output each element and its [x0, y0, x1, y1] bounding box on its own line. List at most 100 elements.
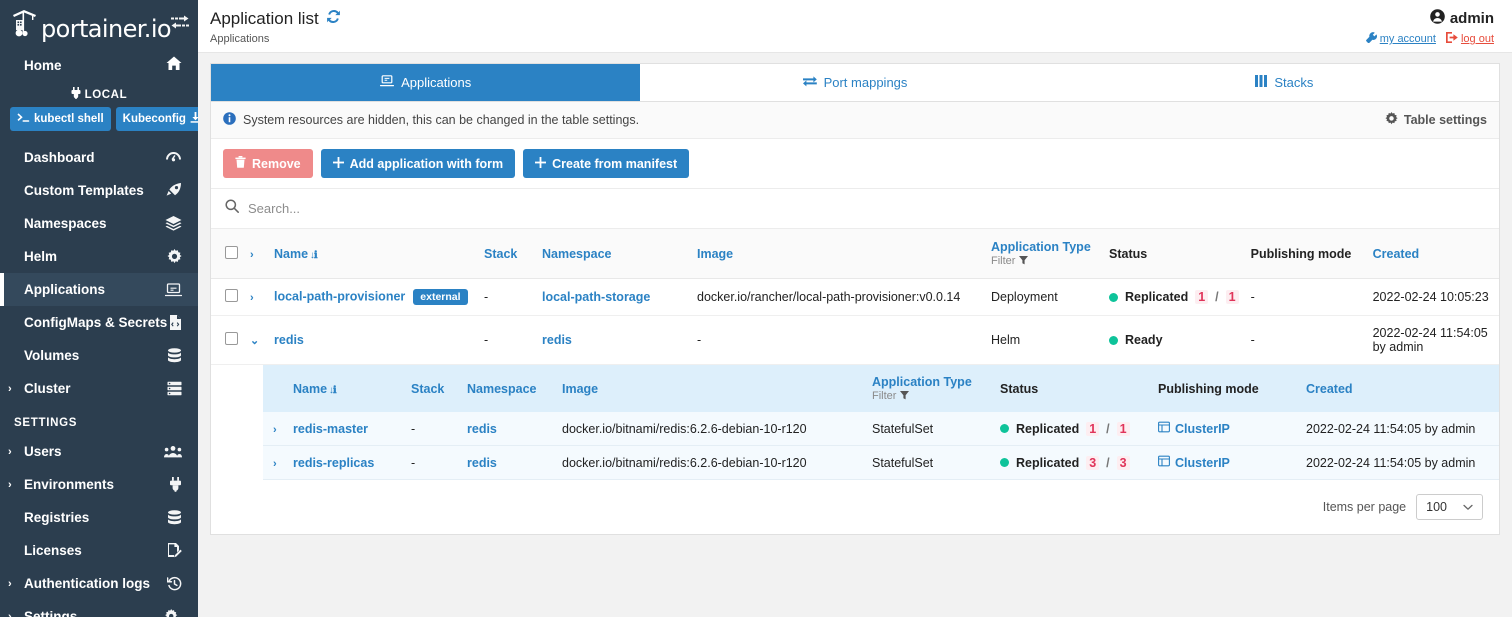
sub-column-image[interactable]: Image [556, 365, 866, 412]
gear-icon [167, 249, 182, 264]
row-checkbox[interactable] [225, 289, 238, 302]
home-icon [166, 56, 182, 74]
log-out-label: log out [1460, 33, 1494, 45]
status-current: 1 [1195, 290, 1209, 304]
row-status-cell: Replicated 1 / 1 [1103, 278, 1245, 316]
publishing-mode-group[interactable]: ClusterIP [1158, 455, 1294, 470]
sub-column-created[interactable]: Created [1300, 365, 1499, 412]
sidebar-item-authentication-logs[interactable]: › Authentication logs [0, 567, 198, 600]
column-stack[interactable]: Stack [478, 229, 536, 279]
column-status-label: Status [1109, 246, 1148, 261]
kubectl-shell-button[interactable]: kubectl shell [10, 107, 111, 131]
expand-header: › [244, 229, 268, 279]
sidebar-item-registries[interactable]: Registries [0, 501, 198, 534]
subtable-header: Name ↓ℹ Stack Namespace Image Applicatio… [263, 365, 1499, 412]
application-type-filter[interactable]: Filter [991, 255, 1097, 267]
status-separator: / [1106, 421, 1110, 436]
row-stack-cell: - [478, 278, 536, 316]
sidebar-item-label: Registries [24, 510, 90, 525]
row-name-cell: redis [268, 315, 478, 365]
right-chevron-icon[interactable]: › [250, 292, 254, 304]
items-per-page-select[interactable]: 100 [1416, 494, 1483, 520]
column-application-type[interactable]: Application Type Filter [985, 229, 1103, 279]
sidebar-item-label: Users [24, 444, 62, 459]
table-settings-button[interactable]: Table settings [1385, 112, 1487, 128]
sidebar-item-label: ConfigMaps & Secrets [24, 315, 168, 330]
layers-icon [165, 216, 182, 231]
right-chevron-icon[interactable]: › [273, 424, 277, 436]
expand-all-icon[interactable]: › [250, 249, 254, 261]
status-dot-icon [1109, 292, 1118, 302]
log-out-link[interactable]: log out [1445, 32, 1494, 46]
tab-port-mappings[interactable]: Port mappings [640, 64, 1069, 101]
row-application-type-cell: Deployment [985, 278, 1103, 316]
table-body: › local-path-provisioner external - local… [211, 278, 1499, 480]
sidebar-item-volumes[interactable]: Volumes [0, 339, 198, 372]
create-from-manifest-button[interactable]: Create from manifest [523, 149, 690, 178]
column-name[interactable]: Name ↓ℹ [268, 229, 478, 279]
brand-logo[interactable]: portainer.io [10, 8, 172, 41]
application-name-link[interactable]: local-path-provisioner [274, 289, 405, 303]
sidebar-item-licenses[interactable]: Licenses [0, 534, 198, 567]
sub-column-status-label: Status [1000, 381, 1039, 396]
search-input[interactable] [248, 201, 1485, 216]
namespace-link[interactable]: redis [542, 333, 572, 347]
sub-column-name[interactable]: Name ↓ℹ [287, 365, 405, 412]
top-bar: Application list Applications admin my a… [198, 0, 1512, 53]
sidebar-item-helm[interactable]: Helm [0, 240, 198, 273]
select-all-checkbox[interactable] [225, 245, 238, 259]
sidebar-item-custom-templates[interactable]: Custom Templates [0, 174, 198, 207]
sub-application-type-filter[interactable]: Filter [872, 390, 988, 402]
sub-column-stack[interactable]: Stack [405, 365, 461, 412]
refresh-icon[interactable] [326, 9, 341, 29]
publishing-mode-group[interactable]: ClusterIP [1158, 421, 1294, 436]
my-account-link[interactable]: my account [1365, 32, 1436, 46]
sidebar-item-namespaces[interactable]: Namespaces [0, 207, 198, 240]
add-application-with-form-button[interactable]: Add application with form [320, 149, 516, 178]
application-name-link[interactable]: redis [274, 333, 304, 347]
subtable-wrap: Name ↓ℹ Stack Namespace Image Applicatio… [211, 365, 1499, 480]
sidebar-item-applications[interactable]: Applications [0, 273, 198, 306]
breadcrumb[interactable]: Applications [210, 33, 341, 45]
down-chevron-icon[interactable]: ⌄ [250, 335, 259, 347]
tab-stacks[interactable]: Stacks [1070, 64, 1499, 101]
sidebar-nav: Dashboard Custom Templates Namespaces He… [0, 141, 198, 405]
sub-namespace-link[interactable]: redis [467, 456, 497, 470]
sidebar-item-home[interactable]: Home [0, 47, 198, 83]
kubeconfig-button[interactable]: Kubeconfig [115, 107, 208, 131]
tab-label: Applications [401, 75, 472, 90]
sidebar-item-cluster[interactable]: › Cluster [0, 372, 198, 405]
sub-row-namespace-cell: redis [461, 412, 556, 446]
row-expand-cell: ⌄ [244, 315, 268, 365]
sidebar-settings-nav: › Users › Environments Registries Licens… [0, 435, 198, 617]
sort-asc-icon: ↓ℹ [308, 249, 318, 261]
sub-namespace-link[interactable]: redis [467, 422, 497, 436]
sidebar-item-configmaps-secrets[interactable]: ConfigMaps & Secrets [0, 306, 198, 339]
sidebar-item-environments[interactable]: › Environments [0, 468, 198, 501]
sub-row-stack-cell: - [405, 412, 461, 446]
kubectl-shell-label: kubectl shell [34, 113, 104, 125]
sidebar-item-dashboard[interactable]: Dashboard [0, 141, 198, 174]
namespace-link[interactable]: local-path-storage [542, 290, 650, 304]
sidebar-item-users[interactable]: › Users [0, 435, 198, 468]
row-checkbox[interactable] [225, 332, 238, 345]
sub-column-application-type[interactable]: Application Type Filter [866, 365, 994, 412]
remove-button[interactable]: Remove [223, 149, 313, 178]
column-namespace[interactable]: Namespace [536, 229, 691, 279]
sub-application-name-link[interactable]: redis-replicas [293, 456, 374, 470]
sub-column-namespace[interactable]: Namespace [461, 365, 556, 412]
exchange-icon [802, 75, 817, 90]
column-created[interactable]: Created [1366, 229, 1499, 279]
right-chevron-icon[interactable]: › [273, 458, 277, 470]
rocket-icon [166, 183, 182, 198]
tab-applications[interactable]: Applications [211, 64, 641, 101]
user-name-row[interactable]: admin [1366, 9, 1494, 28]
sub-column-stack-label: Stack [411, 381, 445, 396]
collapse-sidebar-icon[interactable] [171, 15, 189, 34]
row-created-cell: 2022-02-24 10:05:23 [1366, 278, 1499, 316]
sub-column-image-label: Image [562, 381, 599, 396]
sub-application-name-link[interactable]: redis-master [293, 422, 368, 436]
column-image[interactable]: Image [691, 229, 985, 279]
sidebar-item-settings[interactable]: › Settings [0, 600, 198, 617]
sub-column-publishing-mode-label: Publishing mode [1158, 381, 1259, 396]
